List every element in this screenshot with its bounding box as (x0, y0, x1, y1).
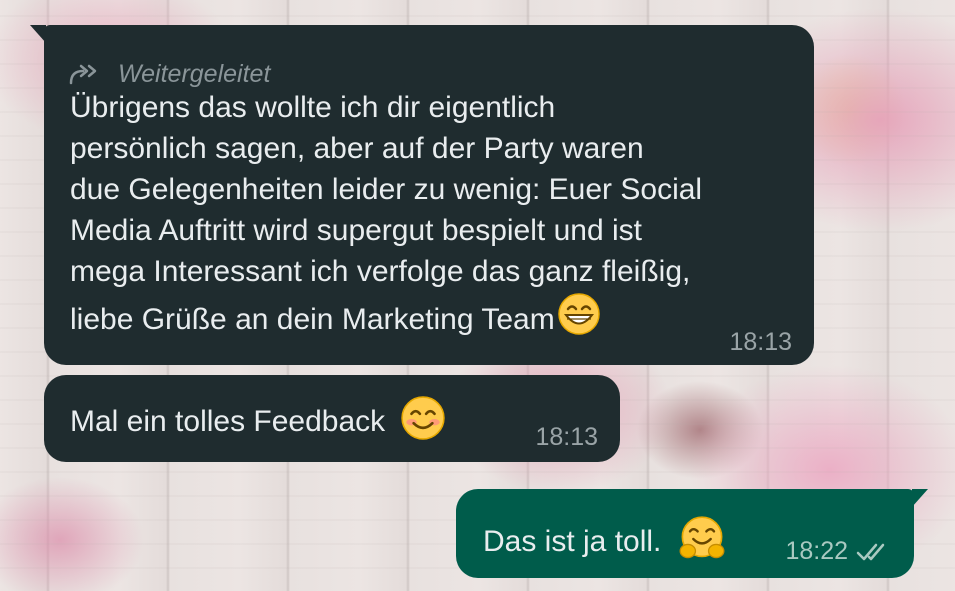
message-timestamp: 18:13 (729, 328, 792, 356)
message-bubble-forwarded[interactable]: Weitergeleitet Übrigens das wollte ich d… (30, 25, 814, 365)
message-line: due Gelegenheiten leider zu wenig: Euer … (70, 173, 703, 206)
smiling-face-emoji-icon (400, 396, 445, 440)
message-timestamp: 18:13 (535, 423, 598, 451)
message-body: Mal ein tolles Feedback (70, 405, 386, 438)
bubble-tail (912, 489, 928, 507)
message-bubble[interactable]: Mal ein tolles Feedback 18:13 (44, 375, 620, 462)
forwarded-label: Weitergeleitet (118, 60, 271, 88)
bubble-tail (30, 25, 46, 43)
message-meta: 18:22 (785, 537, 890, 566)
message-line: mega Interessant ich verfolge das ganz f… (70, 255, 691, 288)
double-check-read-icon (856, 543, 885, 560)
message-line: Media Auftritt wird supergut bespielt un… (70, 214, 642, 247)
hugging-face-emoji-icon (679, 516, 725, 559)
message-bubble-outgoing[interactable]: Das ist ja toll. 18:22 (456, 489, 928, 578)
grinning-face-emoji-icon (557, 293, 600, 335)
message-text: Das ist ja toll. (483, 515, 726, 563)
message-timestamp: 18:22 (785, 537, 848, 565)
forwarded-indicator: Weitergeleitet (68, 60, 270, 89)
forward-icon (69, 64, 97, 84)
message-body: Das ist ja toll. (483, 525, 662, 558)
message-text: Übrigens das wollte ich dir eigentlich p… (70, 87, 810, 340)
message-text: Mal ein tolles Feedback (70, 395, 446, 441)
message-line: Übrigens das wollte ich dir eigentlich (70, 91, 556, 124)
message-line-last: liebe Grüße an dein Marketing Team (70, 292, 810, 340)
message-line: persönlich sagen, aber auf der Party war… (70, 132, 644, 165)
message-line: liebe Grüße an dein Marketing Team (70, 303, 555, 336)
